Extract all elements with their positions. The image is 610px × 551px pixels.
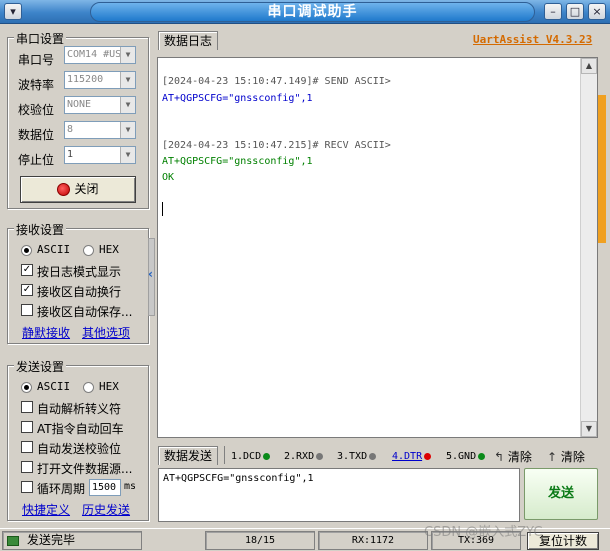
send-ascii-label: ASCII [37,380,71,393]
log-line-send-data: AT+QGPSCFG="gnssconfig",1 [162,93,313,104]
status-ok-icon [7,536,19,546]
arrow-left-icon: ↰ [494,450,505,464]
rx-count: RX:1172 [318,531,428,550]
dcd-led-icon [263,452,271,460]
parity-select[interactable]: NONE ▼ [64,96,136,114]
close-icon[interactable]: × [588,3,606,20]
tab-data-send[interactable]: 数据发送 [158,446,219,465]
chevron-down-icon: ▼ [120,97,135,113]
dtr-signal-toggle[interactable]: 4.DTR [392,451,432,462]
clear-recv-button[interactable]: ↰ 清除 [494,448,532,465]
other-options-link[interactable]: 其他选项 [82,324,130,341]
log-line-send-header: [2024-04-23 15:10:47.149]# SEND ASCII> [162,76,391,87]
baud-select[interactable]: 115200 ▼ [64,71,136,89]
dtr-led-icon [424,452,432,460]
log-line-recv-ok: OK [162,172,175,183]
send-settings-title: 发送设置 [14,358,67,375]
shortcut-link[interactable]: 快捷定义 [22,501,70,518]
text-cursor [162,202,163,216]
send-hex-label: HEX [99,380,119,393]
stopbits-select[interactable]: 1 ▼ [64,146,136,164]
log-mode-label: 按日志模式显示 [37,265,122,279]
parity-label: 校验位 [18,103,55,117]
close-port-button[interactable]: 关闭 [20,176,136,203]
send-hex-radio[interactable] [83,382,94,393]
rxd-led-icon [316,452,324,460]
serial-settings-title: 串口设置 [14,30,67,47]
recv-ascii-label: ASCII [37,243,71,256]
gnd-signal: 5.GND [446,451,486,462]
minimize-icon[interactable]: – [544,3,562,20]
chevron-down-icon: ▼ [120,122,135,138]
log-line-recv-data: AT+QGPSCFG="gnssconfig",1 [162,156,313,167]
scroll-down-icon[interactable]: ▼ [581,421,597,437]
port-select[interactable]: COM14 #US ▼ [64,46,136,64]
collapse-left-icon: ‹ [148,267,153,281]
rxd-signal: 2.RXD [284,451,324,462]
send-button[interactable]: 发送 [524,468,598,520]
gnd-led-icon [478,452,486,460]
escape-label: 自动解析转义符 [37,402,122,416]
recv-hex-label: HEX [99,243,119,256]
port-label: 串口号 [18,53,55,67]
arrow-up-icon: ↑ [547,450,558,464]
maximize-icon[interactable]: □ [566,3,584,20]
auto-wrap-checkbox[interactable]: ✓ [21,284,33,296]
escape-checkbox[interactable] [21,401,33,413]
tab-data-log[interactable]: 数据日志 [158,31,219,50]
scroll-up-icon[interactable]: ▲ [581,58,597,74]
window-title: 串口调试助手 [90,2,535,22]
receive-log[interactable]: [2024-04-23 15:10:47.149]# SEND ASCII> A… [157,57,598,438]
txd-led-icon [369,452,377,460]
send-ascii-radio[interactable] [21,382,32,393]
panel-splitter[interactable]: ‹ [148,238,155,316]
chevron-down-icon: ▼ [120,47,135,63]
recv-settings-title: 接收设置 [14,221,67,238]
window-menu-icon[interactable]: ▾ [4,3,22,20]
dcd-signal: 1.DCD [231,451,271,462]
log-scrollbar[interactable]: ▲ ▼ [580,58,597,437]
log-mode-checkbox[interactable]: ✓ [21,264,33,276]
clear-send-button[interactable]: ↑ 清除 [547,448,585,465]
loop-label: 循环周期 [37,482,86,496]
baud-label: 波特率 [18,78,55,92]
file-source-checkbox[interactable] [21,461,33,473]
tab-separator [224,446,225,464]
auto-wrap-label: 接收区自动换行 [37,285,122,299]
at-cr-label: AT指令自动回车 [37,422,124,436]
chevron-down-icon: ▼ [120,72,135,88]
at-cr-checkbox[interactable] [21,421,33,433]
send-input[interactable]: AT+QGPSCFG="gnssconfig",1 [158,468,520,522]
loop-period-input[interactable] [89,479,121,496]
auto-save-label: 接收区自动保存... [37,305,133,319]
databits-label: 数据位 [18,128,55,142]
watermark: CSDN @嵌入式ZYC [424,525,543,540]
history-link[interactable]: 历史发送 [82,501,130,518]
port-status-icon [57,183,71,196]
status-message-cell: 发送完毕 [2,531,142,550]
side-accent-bar [598,95,606,243]
loop-unit-label: ms [124,481,137,492]
log-line-recv-header: [2024-04-23 15:10:47.215]# RECV ASCII> [162,140,391,151]
title-bar: ▾ 串口调试助手 – □ × [0,0,610,24]
stopbits-label: 停止位 [18,153,55,167]
auto-save-checkbox[interactable] [21,304,33,316]
checksum-label: 自动发送校验位 [37,442,122,456]
databits-select[interactable]: 8 ▼ [64,121,136,139]
checksum-checkbox[interactable] [21,441,33,453]
recv-ascii-radio[interactable] [21,245,32,256]
frame-count: 18/15 [205,531,315,550]
txd-signal: 3.TXD [337,451,377,462]
loop-checkbox[interactable] [21,481,33,493]
mute-recv-link[interactable]: 静默接收 [22,324,70,341]
chevron-down-icon: ▼ [120,147,135,163]
file-source-label: 打开文件数据源... [37,462,133,476]
brand-version-link[interactable]: UartAssist V4.3.23 [473,33,592,46]
recv-hex-radio[interactable] [83,245,94,256]
